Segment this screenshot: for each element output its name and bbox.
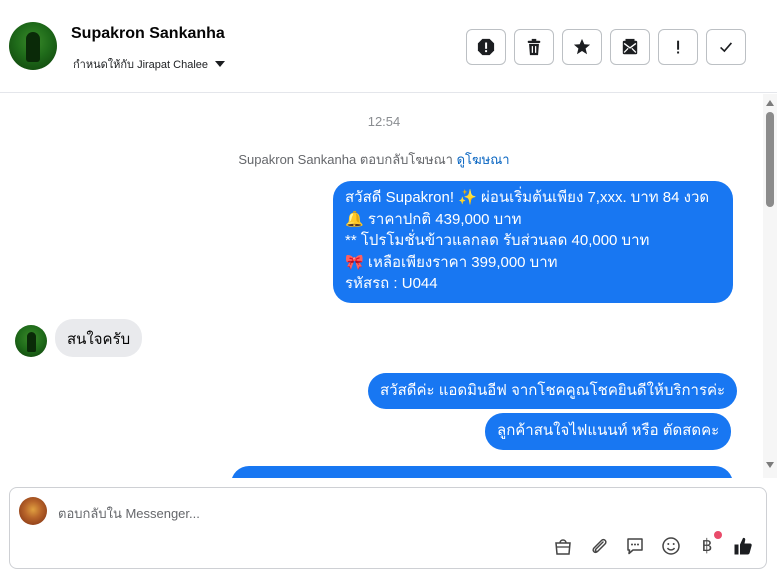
notification-dot — [714, 531, 722, 539]
outgoing-message-partial[interactable] — [231, 466, 733, 478]
promo-line: สวัสดี Supakron! ✨ ผ่อนเริ่มต้นเพียง 7,x… — [345, 189, 710, 206]
mark-unread-icon — [622, 38, 638, 55]
shop-button[interactable] — [552, 535, 574, 557]
conversation-header: Supakron Sankanha กำหนดให้กับ Jirapat Ch… — [0, 0, 777, 93]
scroll-down-arrow-icon[interactable] — [766, 462, 774, 468]
spam-icon — [477, 38, 495, 56]
contact-avatar[interactable] — [9, 22, 57, 70]
message-timestamp: 12:54 — [367, 114, 401, 129]
assigned-to-label: กำหนดให้กับ Jirapat Chalee — [73, 59, 209, 71]
message-thread[interactable]: 12:54 Supakron Sankanha ตอบกลับโฆษณา ดูโ… — [0, 94, 777, 478]
attach-button[interactable] — [588, 535, 610, 557]
assign-dropdown[interactable]: กำหนดให้กับ Jirapat Chalee — [73, 55, 226, 73]
trash-icon — [527, 38, 541, 56]
payment-button[interactable]: ฿ — [696, 531, 722, 557]
promo-line: 🔔 ราคาปกติ 439,000 บาท — [345, 210, 522, 228]
emoji-icon — [662, 537, 680, 555]
star-icon — [573, 38, 591, 55]
important-button[interactable] — [658, 29, 698, 65]
outgoing-message[interactable]: สวัสดีค่ะ แอดมินอีฟ จากโชคคูณโชคยินดีให้… — [368, 373, 738, 409]
ad-reply-text: Supakron Sankanha ตอบกลับโฆษณา — [238, 152, 453, 167]
attachment-icon — [592, 538, 607, 554]
saved-replies-button[interactable] — [624, 535, 646, 557]
chat-scrollbar[interactable] — [763, 94, 777, 478]
contact-name[interactable]: Supakron Sankanha — [71, 25, 225, 43]
spam-button[interactable] — [466, 29, 506, 65]
reply-input[interactable]: ตอบกลับใน Messenger... — [58, 503, 200, 524]
delete-button[interactable] — [514, 29, 554, 65]
scroll-up-arrow-icon[interactable] — [766, 100, 774, 106]
saved-replies-icon — [627, 538, 643, 555]
promo-line: รหัสรถ : U044 — [345, 275, 438, 292]
outgoing-promo-message[interactable]: สวัสดี Supakron! ✨ ผ่อนเริ่มต้นเพียง 7,x… — [333, 181, 733, 303]
emoji-button[interactable] — [660, 535, 682, 557]
page-avatar — [19, 497, 47, 525]
incoming-message[interactable]: สนใจครับ — [55, 319, 143, 357]
mark-unread-button[interactable] — [610, 29, 650, 65]
chevron-down-icon — [215, 61, 226, 67]
ad-reply-note: Supakron Sankanha ตอบกลับโฆษณา ดูโฆษณา — [0, 149, 748, 170]
done-check-icon — [720, 42, 733, 53]
promo-line: 🎀 เหลือเพียงราคา 399,000 บาท — [345, 253, 558, 271]
mark-done-button[interactable] — [706, 29, 746, 65]
scrollbar-thumb[interactable] — [766, 112, 774, 207]
outgoing-message[interactable]: ลูกค้าสนใจไฟแนนท์ หรือ ตัดสดคะ — [485, 413, 732, 450]
composer-toolbar: ฿ — [552, 531, 754, 557]
contact-avatar-small[interactable] — [15, 325, 47, 357]
like-button[interactable] — [732, 535, 754, 557]
baht-payment-icon: ฿ — [701, 536, 713, 556]
important-icon — [677, 40, 680, 54]
reply-composer[interactable]: ตอบกลับใน Messenger... ฿ — [9, 487, 767, 569]
like-icon — [734, 537, 752, 555]
shopping-bag-icon — [555, 539, 571, 555]
view-ad-link[interactable]: ดูโฆษณา — [457, 152, 510, 167]
promo-line: ** โปรโมชั่นข้าวแลกลด รับส่วนลด 40,000 บ… — [345, 232, 650, 249]
star-button[interactable] — [562, 29, 602, 65]
